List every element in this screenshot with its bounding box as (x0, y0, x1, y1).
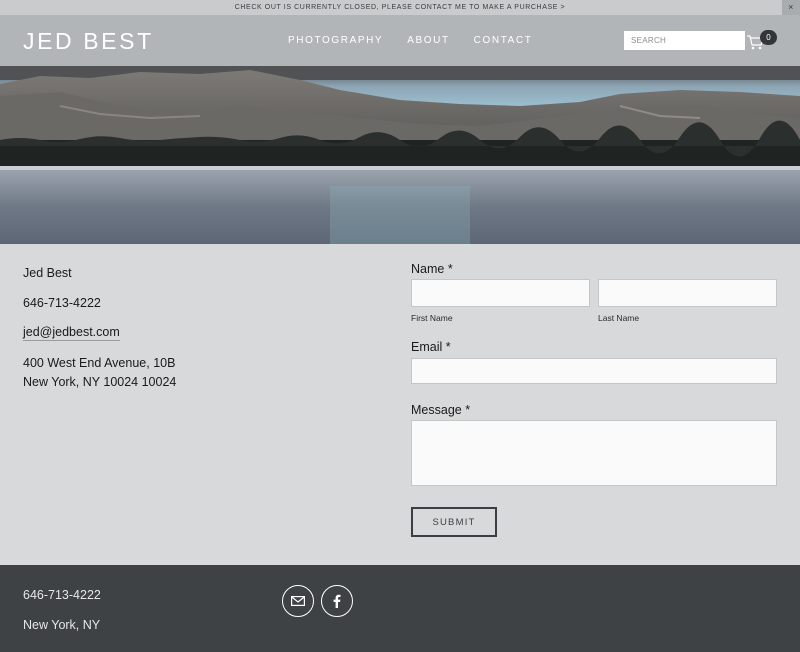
contact-name: Jed Best (23, 266, 72, 280)
first-name-input[interactable] (411, 279, 590, 307)
contact-email-link[interactable]: jed@jedbest.com (23, 324, 120, 341)
email-field[interactable] (411, 358, 777, 384)
mail-icon[interactable] (282, 585, 314, 617)
contact-address-line2: New York, NY 10024 10024 (23, 375, 177, 389)
site-header: JED BEST PHOTOGRAPHY ABOUT CONTACT 0 (0, 15, 800, 66)
cart-count-badge: 0 (760, 30, 777, 45)
nav-contact[interactable]: CONTACT (474, 35, 533, 46)
contact-address-line1: 400 West End Avenue, 10B (23, 356, 176, 370)
first-name-label: First Name (411, 313, 453, 323)
message-textarea[interactable] (411, 420, 777, 486)
search-input[interactable] (624, 31, 745, 50)
site-logo[interactable]: JED BEST (23, 28, 154, 55)
name-label: Name * (411, 262, 453, 276)
announcement-text[interactable]: CHECK OUT IS CURRENTLY CLOSED, PLEASE CO… (235, 4, 565, 11)
cart-button[interactable]: 0 (746, 30, 777, 52)
hero-banner-image (0, 66, 800, 244)
nav-photography[interactable]: PHOTOGRAPHY (288, 35, 383, 46)
announcement-bar: CHECK OUT IS CURRENTLY CLOSED, PLEASE CO… (0, 0, 800, 15)
nav-about[interactable]: ABOUT (407, 35, 449, 46)
main-nav: PHOTOGRAPHY ABOUT CONTACT (288, 35, 556, 46)
message-label: Message * (411, 403, 471, 417)
last-name-label: Last Name (598, 313, 640, 323)
footer-location: New York, NY (23, 618, 101, 632)
facebook-icon[interactable] (321, 585, 353, 617)
email-label: Email * (411, 340, 451, 354)
last-name-input[interactable] (598, 279, 777, 307)
footer-phone: 646-713-4222 (23, 588, 101, 602)
contact-phone: 646-713-4222 (23, 296, 101, 310)
announcement-close-button[interactable]: × (782, 0, 800, 15)
site-footer: 646-713-4222 New York, NY (0, 565, 800, 652)
submit-button[interactable]: SUBMIT (411, 507, 497, 537)
